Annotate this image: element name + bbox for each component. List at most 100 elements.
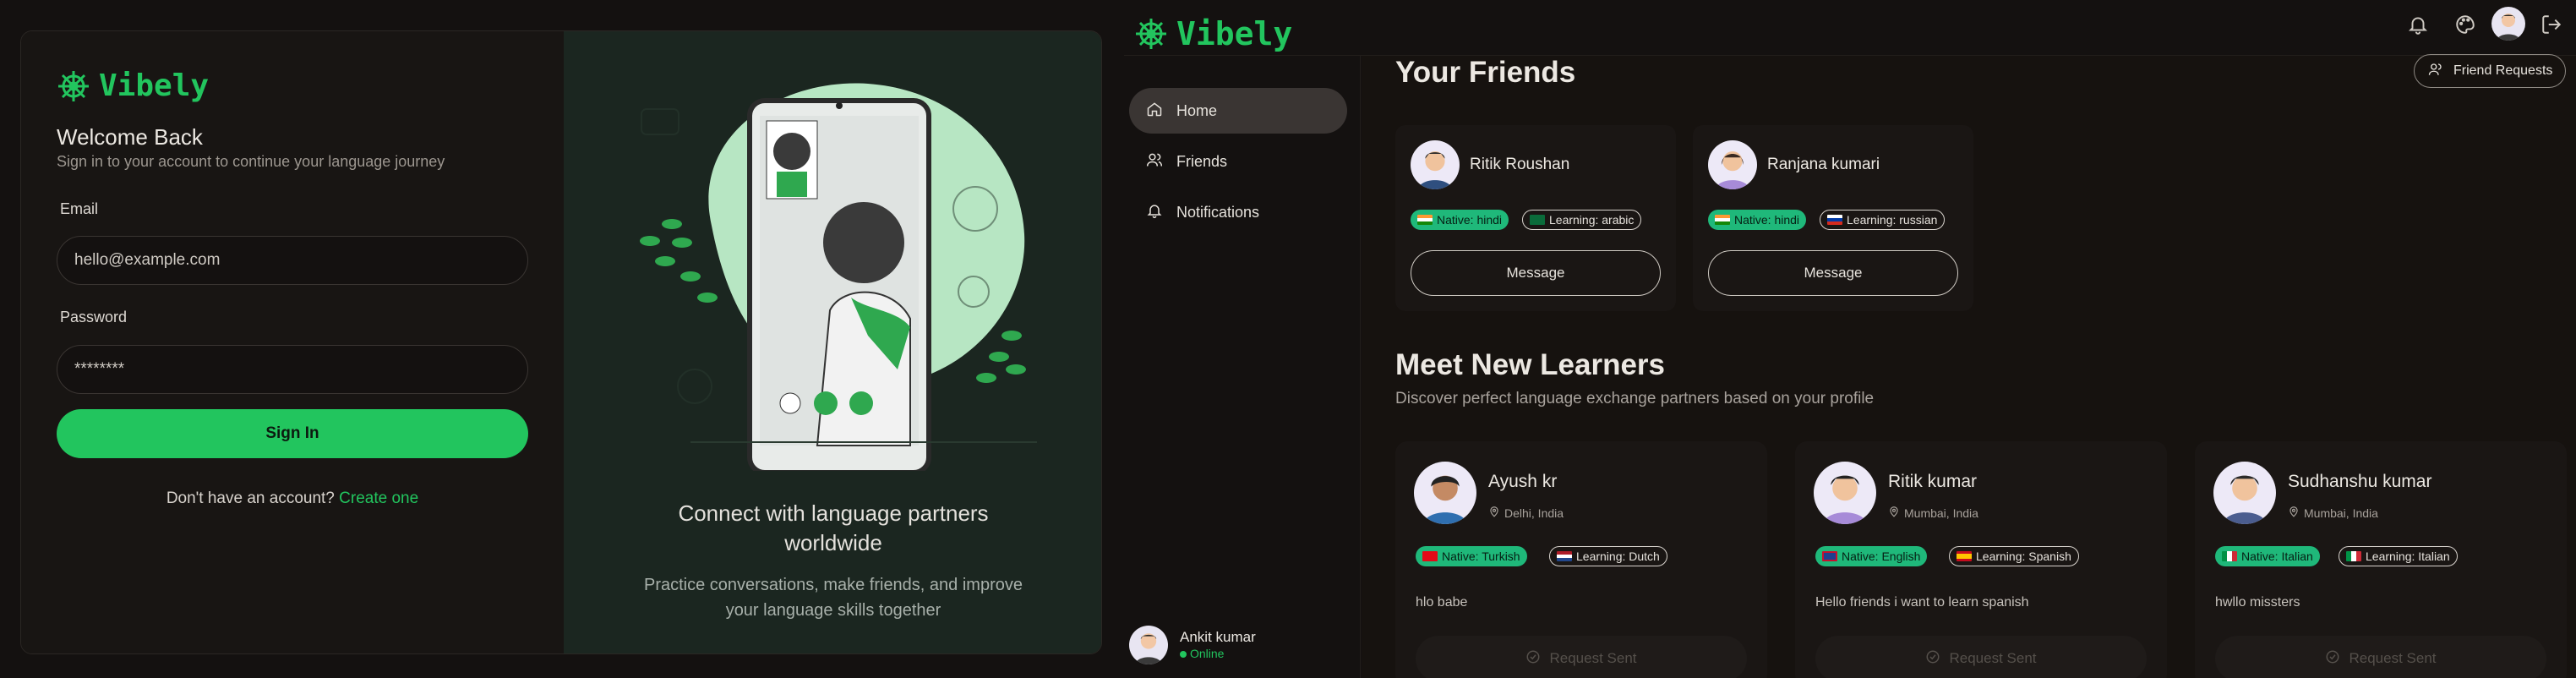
learner-card: Sudhanshu kumar Mumbai, India Native: It… xyxy=(2195,441,2567,678)
users-icon xyxy=(2428,62,2443,81)
sign-in-button[interactable]: Sign In xyxy=(57,409,528,458)
russia-flag-icon xyxy=(1827,215,1842,225)
native-language-text: Native: English xyxy=(1842,550,1921,563)
italy-flag-icon xyxy=(2346,551,2361,561)
current-user[interactable]: Ankit kumar Online xyxy=(1129,624,1349,666)
request-sent-label: Request Sent xyxy=(1549,650,1637,666)
learning-language-badge: Learning: Dutch xyxy=(1549,546,1667,566)
sidebar-item-home[interactable]: Home xyxy=(1129,88,1347,134)
palette-icon[interactable] xyxy=(2454,14,2476,40)
welcome-title: Welcome Back xyxy=(57,124,203,150)
top-bar: Vibely xyxy=(1124,0,2576,56)
spain-flag-icon xyxy=(1957,551,1972,561)
home-screen: Vibely Home Friends Notifications Ankit … xyxy=(1124,0,2576,678)
learner-bio: hlo babe xyxy=(1416,595,1468,610)
learner-location-text: Mumbai, India xyxy=(2304,506,2378,520)
user-name: Ankit kumar xyxy=(1180,629,1256,645)
friend-card: Ritik Roushan Native: hindi Learning: ar… xyxy=(1395,125,1676,311)
native-language-badge: Native: hindi xyxy=(1411,210,1509,230)
learner-name: Ayush kr xyxy=(1488,472,1558,491)
native-language-text: Native: hindi xyxy=(1734,213,1800,227)
promo-title: Connect with language partners worldwide xyxy=(678,500,989,555)
friend-name: Ritik Roushan xyxy=(1470,156,1570,173)
friend-card: Ranjana kumari Native: hindi Learning: r… xyxy=(1693,125,1973,311)
map-pin-icon xyxy=(1488,506,1500,520)
logout-icon[interactable] xyxy=(2541,14,2562,40)
learning-language-badge: Learning: arabic xyxy=(1522,210,1642,230)
welcome-subtitle: Sign in to your account to continue your… xyxy=(57,153,445,170)
avatar xyxy=(1129,626,1168,664)
signup-prompt-text: Don't have an account? xyxy=(166,489,335,507)
request-sent-button[interactable]: Request Sent xyxy=(2215,636,2546,678)
native-language-text: Native: hindi xyxy=(1437,213,1503,227)
learner-bio: Hello friends i want to learn spanish xyxy=(1815,595,2029,610)
map-pin-icon xyxy=(1888,506,1900,520)
learner-location: Mumbai, India xyxy=(1888,506,1978,520)
learning-language-text: Learning: Dutch xyxy=(1576,550,1660,563)
login-screen: Vibely Welcome Back Sign in to your acco… xyxy=(0,0,1124,678)
learning-language-badge: Learning: Italian xyxy=(2339,546,2458,566)
password-label: Password xyxy=(60,309,128,325)
promo-subtitle: Practice conversations, make friends, an… xyxy=(644,576,1023,620)
sidebar-item-friends[interactable]: Friends xyxy=(1129,139,1347,184)
avatar[interactable] xyxy=(2491,7,2525,41)
message-button[interactable]: Message xyxy=(1411,250,1661,296)
request-sent-button[interactable]: Request Sent xyxy=(1416,636,1747,678)
create-account-link[interactable]: Create one xyxy=(339,489,418,507)
friend-requests-label: Friend Requests xyxy=(2453,63,2553,78)
user-status: Online xyxy=(1190,647,1225,660)
learners-subtitle: Discover perfect language exchange partn… xyxy=(1395,390,1875,407)
friend-requests-button[interactable]: Friend Requests xyxy=(2414,54,2566,88)
password-field[interactable]: ******** xyxy=(57,345,528,394)
brand-name: Vibely xyxy=(1176,15,1293,52)
sidebar-item-label: Home xyxy=(1176,101,1218,119)
arabic-flag-icon xyxy=(1530,215,1545,225)
learner-location-text: Delhi, India xyxy=(1504,506,1564,520)
learners-title: Meet New Learners xyxy=(1395,348,1666,381)
sidebar-item-notifications[interactable]: Notifications xyxy=(1129,189,1347,235)
users-icon xyxy=(1146,151,1163,172)
request-sent-button[interactable]: Request Sent xyxy=(1815,636,2147,678)
sidebar: Home Friends Notifications Ankit kumar O… xyxy=(1124,56,1361,678)
sidebar-item-label: Friends xyxy=(1176,152,1228,170)
login-card: Vibely Welcome Back Sign in to your acco… xyxy=(20,30,1102,654)
ship-wheel-icon xyxy=(1134,17,1168,51)
learner-bio: hwllo missters xyxy=(2215,595,2300,610)
avatar xyxy=(1411,140,1460,189)
home-icon xyxy=(1146,101,1163,122)
bell-icon[interactable] xyxy=(2407,14,2429,40)
login-form-panel: Vibely Welcome Back Sign in to your acco… xyxy=(21,31,564,653)
message-button[interactable]: Message xyxy=(1708,250,1958,296)
turkey-flag-icon xyxy=(1422,551,1438,561)
signup-prompt: Don't have an account? Create one xyxy=(21,489,564,508)
learning-language-text: Learning: arabic xyxy=(1549,213,1635,227)
learner-location: Delhi, India xyxy=(1488,506,1564,520)
check-circle-icon xyxy=(1525,649,1541,669)
learning-language-text: Learning: Spanish xyxy=(1976,550,2071,563)
video-call-illustration xyxy=(640,83,1037,471)
ship-wheel-icon xyxy=(57,69,90,103)
friends-title: Your Friends xyxy=(1395,56,1576,89)
learner-location: Mumbai, India xyxy=(2288,506,2378,520)
native-language-badge: Native: English xyxy=(1815,546,1928,566)
uk-flag-icon xyxy=(1822,551,1837,561)
brand-logo[interactable]: Vibely xyxy=(57,68,209,103)
bell-icon xyxy=(1146,202,1163,223)
check-circle-icon xyxy=(1925,649,1940,669)
main-content: Your Friends Ritik Roushan Native: hindi… xyxy=(1362,56,2576,678)
online-dot xyxy=(1180,651,1187,658)
friend-name: Ranjana kumari xyxy=(1767,156,1880,173)
india-flag-icon xyxy=(1417,215,1433,225)
email-field[interactable]: hello@example.com xyxy=(57,236,528,285)
check-circle-icon xyxy=(2325,649,2340,669)
request-sent-label: Request Sent xyxy=(2349,650,2437,666)
learner-location-text: Mumbai, India xyxy=(1904,506,1978,520)
avatar xyxy=(1814,462,1876,524)
learning-language-badge: Learning: russian xyxy=(1820,210,1946,230)
sidebar-item-label: Notifications xyxy=(1176,203,1260,221)
native-language-badge: Native: Turkish xyxy=(1416,546,1527,566)
learner-card: Ritik kumar Mumbai, India Native: Englis… xyxy=(1795,441,2167,678)
learner-card: Ayush kr Delhi, India Native: Turkish Le… xyxy=(1395,441,1767,678)
brand-logo[interactable]: Vibely xyxy=(1134,15,1292,52)
brand-name: Vibely xyxy=(99,68,210,103)
